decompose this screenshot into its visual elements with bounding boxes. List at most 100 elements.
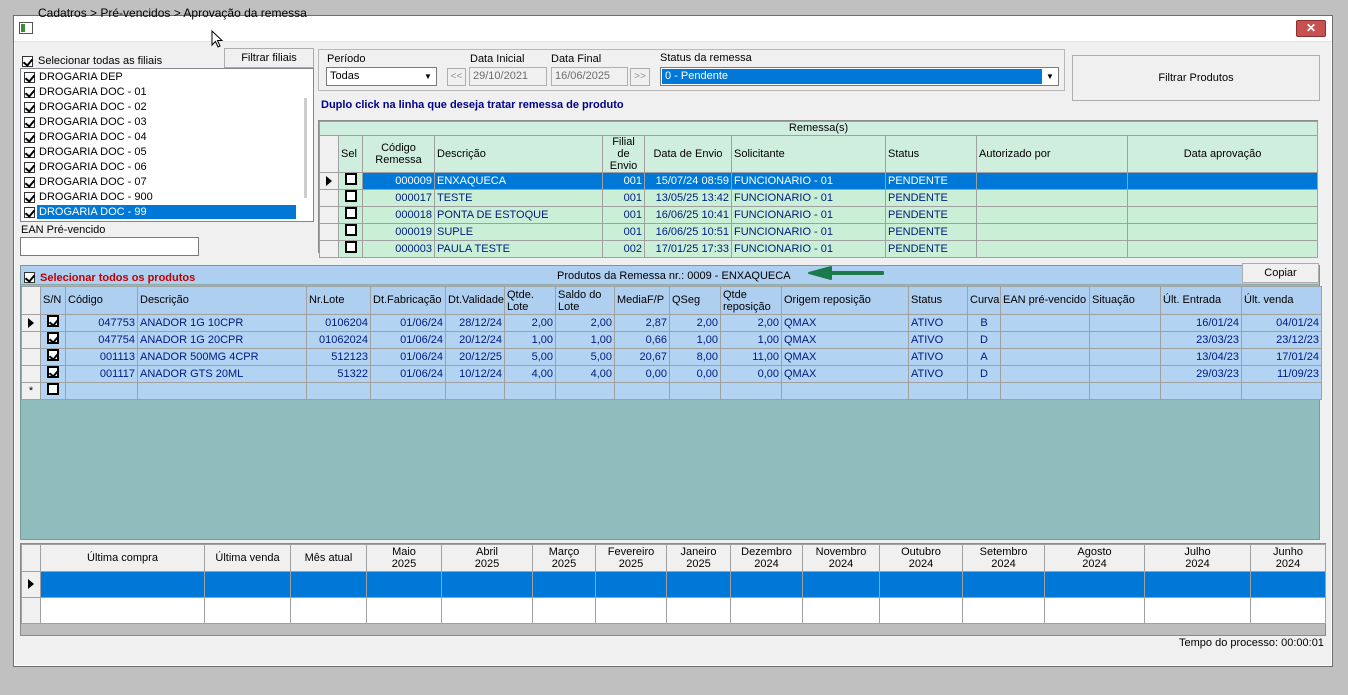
row-select-cell[interactable] xyxy=(338,189,363,207)
col-qseg[interactable]: QSeg xyxy=(669,286,721,315)
col-ean-prevencido[interactable]: EAN pré-vencido xyxy=(1000,286,1090,315)
select-all-branches-checkbox[interactable] xyxy=(22,56,33,67)
branch-item[interactable]: DROGARIA DOC - 900 xyxy=(23,190,297,205)
row-checkbox[interactable] xyxy=(47,366,59,378)
col-descricao[interactable]: Descrição xyxy=(137,286,307,315)
col-qtde-lote[interactable]: Qtde. Lote xyxy=(504,286,556,315)
row-checkbox[interactable] xyxy=(344,224,357,236)
col-nr-lote[interactable]: Nr.Lote xyxy=(306,286,371,315)
col-qtde-reposicao[interactable]: Qtde reposição xyxy=(720,286,782,315)
prev-period-button[interactable]: << xyxy=(447,68,466,86)
row-select-cell[interactable] xyxy=(338,206,363,224)
col-dezembro-2024[interactable]: Dezembro 2024 xyxy=(730,544,803,572)
branch-checkbox[interactable] xyxy=(24,207,35,218)
branch-checkbox[interactable] xyxy=(24,162,35,173)
row-select-cell[interactable] xyxy=(40,365,66,383)
filter-products-button[interactable]: Filtrar Produtos xyxy=(1072,55,1320,101)
status-select[interactable]: 0 - Pendente ▼ xyxy=(660,67,1059,86)
row-checkbox[interactable] xyxy=(47,332,59,344)
row-checkbox[interactable] xyxy=(344,241,357,253)
row-checkbox[interactable] xyxy=(47,383,59,395)
col-media[interactable]: MediaF/P xyxy=(614,286,670,315)
table-row[interactable]: 000009 ENXAQUECA 001 15/07/24 08:59 FUNC… xyxy=(319,172,1319,190)
col-abril-2025[interactable]: Abril 2025 xyxy=(441,544,533,572)
col-junho-2024[interactable]: Junho 2024 xyxy=(1250,544,1326,572)
row-select-cell[interactable] xyxy=(40,314,66,332)
col-outubro-2024[interactable]: Outubro 2024 xyxy=(879,544,963,572)
start-date-input[interactable]: 29/10/2021 xyxy=(469,67,547,86)
col-dt-validade[interactable]: Dt.Validade xyxy=(445,286,505,315)
col-autorizado-por[interactable]: Autorizado por xyxy=(976,135,1128,173)
branch-item[interactable]: DROGARIA DOC - 01 xyxy=(23,85,297,100)
branch-checkbox[interactable] xyxy=(24,117,35,128)
col-solicitante[interactable]: Solicitante xyxy=(731,135,886,173)
row-checkbox[interactable] xyxy=(47,349,59,361)
row-checkbox[interactable] xyxy=(344,173,357,185)
row-select-cell[interactable] xyxy=(40,382,66,400)
next-period-button[interactable]: >> xyxy=(630,68,650,86)
branch-item[interactable]: DROGARIA DEP xyxy=(23,70,297,85)
col-data-aprovacao[interactable]: Data aprovação xyxy=(1126,135,1319,173)
branch-checkbox[interactable] xyxy=(24,192,35,203)
col-codigo[interactable]: Código xyxy=(65,286,138,315)
col-maio-2025[interactable]: Maio 2025 xyxy=(366,544,442,572)
col-ult-entrada[interactable]: Últ. Entrada xyxy=(1160,286,1242,315)
new-row[interactable]: * xyxy=(21,382,1322,400)
col-codigo-remessa[interactable]: Código Remessa xyxy=(362,135,435,173)
branch-checkbox[interactable] xyxy=(24,177,35,188)
row-select-cell[interactable] xyxy=(40,331,66,349)
close-button[interactable]: ✕ xyxy=(1296,20,1326,37)
branch-item-selected[interactable]: DROGARIA DOC - 99 xyxy=(23,205,297,220)
col-julho-2024[interactable]: Julho 2024 xyxy=(1144,544,1251,572)
copy-button[interactable]: Copiar xyxy=(1242,263,1319,283)
branch-item[interactable]: DROGARIA DOC - 02 xyxy=(23,100,297,115)
history-grid[interactable]: Última compra Última venda Mês atual Mai… xyxy=(20,543,1326,636)
col-ultima-compra[interactable]: Última compra xyxy=(40,544,205,572)
table-row[interactable] xyxy=(21,571,1326,598)
table-row[interactable]: 000017 TESTE 001 13/05/25 13:42 FUNCIONA… xyxy=(319,189,1319,207)
select-all-products-checkbox[interactable] xyxy=(24,272,35,283)
col-mes-atual[interactable]: Mês atual xyxy=(290,544,367,572)
col-ult-venda[interactable]: Últ. venda xyxy=(1241,286,1322,315)
row-select-cell[interactable] xyxy=(40,348,66,366)
chevron-down-icon[interactable]: ▼ xyxy=(1043,69,1057,84)
col-sel[interactable]: Sel xyxy=(338,135,363,173)
row-checkbox[interactable] xyxy=(344,190,357,202)
branch-checkbox[interactable] xyxy=(24,147,35,158)
table-row[interactable]: 000018 PONTA DE ESTOQUE 001 16/06/25 10:… xyxy=(319,206,1319,224)
col-setembro-2024[interactable]: Setembro 2024 xyxy=(962,544,1045,572)
col-data-envio[interactable]: Data de Envio xyxy=(644,135,732,173)
period-select[interactable]: Todas ▼ xyxy=(326,67,437,86)
table-row[interactable]: 047754 ANADOR 1G 20CPR 01062024 01/06/24… xyxy=(21,331,1322,349)
branch-item[interactable]: DROGARIA DOC - 07 xyxy=(23,175,297,190)
row-select-cell[interactable] xyxy=(338,223,363,241)
branch-item[interactable]: DROGARIA DOC - 05 xyxy=(23,145,297,160)
col-ultima-venda[interactable]: Última venda xyxy=(204,544,291,572)
table-row[interactable]: 001117 ANADOR GTS 20ML 51322 01/06/24 10… xyxy=(21,365,1322,383)
col-situacao[interactable]: Situação xyxy=(1089,286,1161,315)
col-status[interactable]: Status xyxy=(885,135,977,173)
table-row[interactable] xyxy=(21,597,1326,624)
table-row[interactable]: 000003 PAULA TESTE 002 17/01/25 17:33 FU… xyxy=(319,240,1319,258)
chevron-down-icon[interactable]: ▼ xyxy=(421,69,435,84)
col-fevereiro-2025[interactable]: Fevereiro 2025 xyxy=(595,544,667,572)
branch-list[interactable]: DROGARIA DEP DROGARIA DOC - 01 DROGARIA … xyxy=(20,68,314,222)
ean-input[interactable] xyxy=(20,237,199,256)
branch-checkbox[interactable] xyxy=(24,102,35,113)
col-curva[interactable]: Curva xyxy=(967,286,1001,315)
row-checkbox[interactable] xyxy=(47,315,59,327)
row-checkbox[interactable] xyxy=(344,207,357,219)
col-status[interactable]: Status xyxy=(908,286,968,315)
row-select-cell[interactable] xyxy=(338,172,363,190)
col-marco-2025[interactable]: Março 2025 xyxy=(532,544,596,572)
col-agosto-2024[interactable]: Agosto 2024 xyxy=(1044,544,1145,572)
branch-checkbox[interactable] xyxy=(24,132,35,143)
col-saldo-lote[interactable]: Saldo do Lote xyxy=(555,286,615,315)
table-row[interactable]: 000019 SUPLE 001 16/06/25 10:51 FUNCIONA… xyxy=(319,223,1319,241)
branch-item[interactable]: DROGARIA DOC - 04 xyxy=(23,130,297,145)
col-sn[interactable]: S/N xyxy=(40,286,66,315)
row-select-cell[interactable] xyxy=(338,240,363,258)
table-row[interactable]: 047753 ANADOR 1G 10CPR 0106204 01/06/24 … xyxy=(21,314,1322,332)
table-row[interactable]: 001113 ANADOR 500MG 4CPR 512123 01/06/24… xyxy=(21,348,1322,366)
col-dt-fabricacao[interactable]: Dt.Fabricação xyxy=(370,286,446,315)
